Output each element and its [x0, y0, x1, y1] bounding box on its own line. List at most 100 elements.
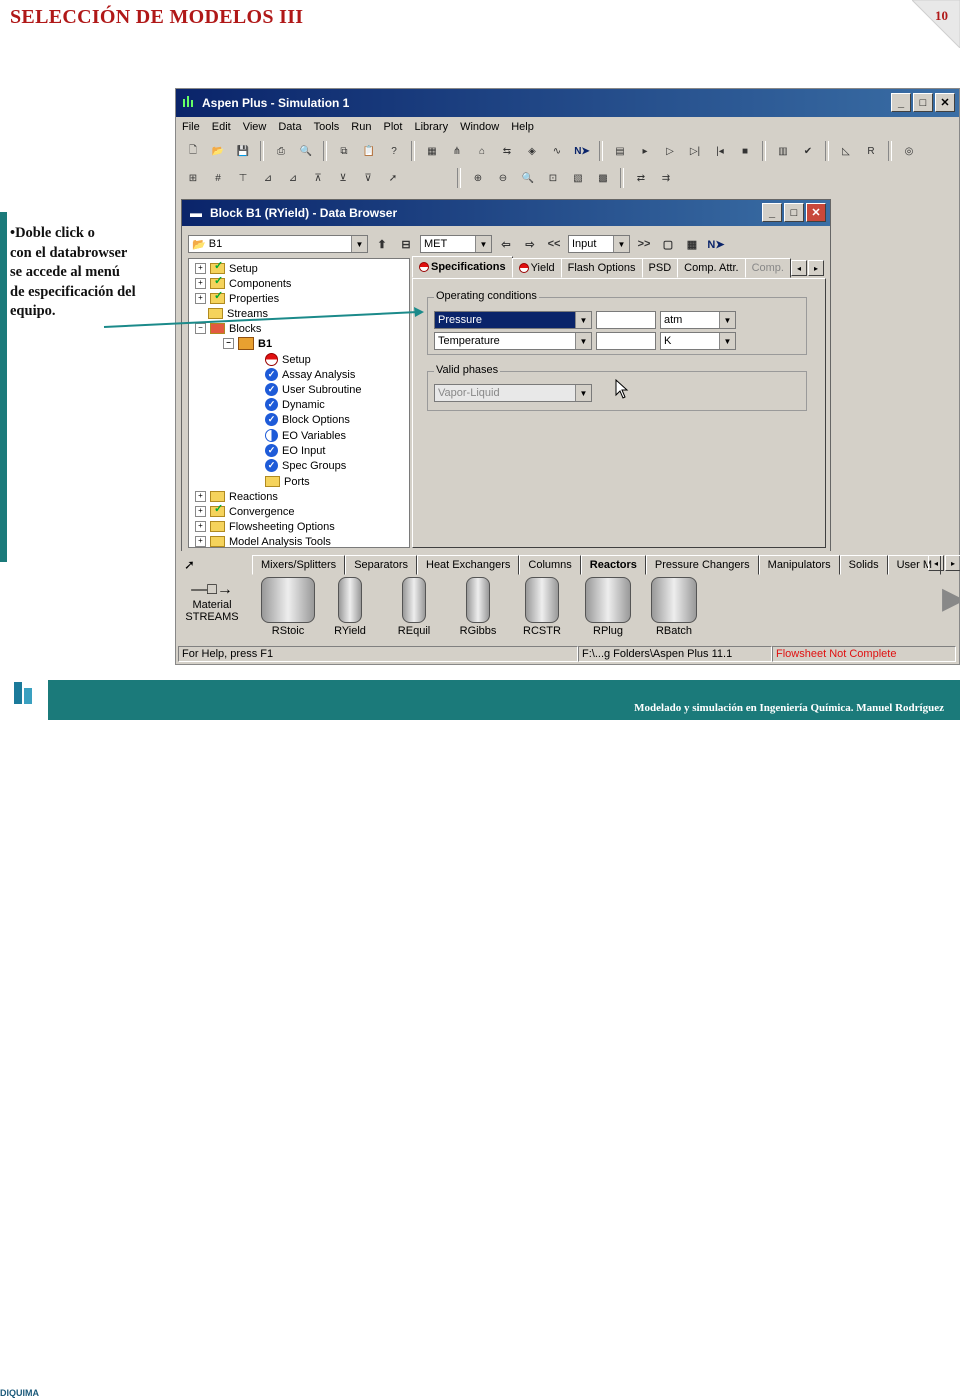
- lib-tab-solids[interactable]: Solids: [839, 555, 888, 575]
- save-icon[interactable]: 💾: [232, 140, 254, 162]
- tree-item-flowsheeting-options[interactable]: + Flowsheeting Options: [195, 519, 335, 534]
- lib-tab-pressure-changers[interactable]: Pressure Changers: [645, 555, 759, 575]
- previous-form-icon[interactable]: <<: [544, 235, 564, 253]
- close-button[interactable]: ✕: [935, 93, 955, 112]
- grid-icon[interactable]: ⊞: [182, 167, 204, 189]
- menu-view[interactable]: View: [237, 121, 273, 133]
- model-rstoic[interactable]: RStoic: [258, 577, 318, 637]
- data-browser-titlebar[interactable]: ▬ Block B1 (RYield) - Data Browser _ □ ✕: [182, 200, 830, 226]
- maximize-button[interactable]: □: [913, 93, 933, 112]
- minimize-button[interactable]: _: [891, 93, 911, 112]
- menu-tools[interactable]: Tools: [308, 121, 346, 133]
- select-mode-icon[interactable]: ➚: [382, 167, 404, 189]
- temperature-value-input[interactable]: [596, 332, 656, 350]
- model-rgibbs[interactable]: RGibbs: [448, 577, 508, 637]
- print-preview-icon[interactable]: 🔍: [295, 140, 317, 162]
- tree-item-spec-groups[interactable]: ✓ Spec Groups: [265, 458, 346, 473]
- tree-item-streams[interactable]: Streams: [208, 306, 268, 321]
- zoom-full-icon[interactable]: 🔍: [517, 167, 539, 189]
- menu-window[interactable]: Window: [454, 121, 505, 133]
- tab-specifications[interactable]: Specifications: [412, 256, 513, 278]
- tree-item-setup[interactable]: + ✓ Setup: [195, 260, 258, 276]
- tree-item-dynamic[interactable]: ✓ Dynamic: [265, 397, 325, 412]
- next-icon[interactable]: N➤: [706, 235, 726, 253]
- block-selector-combo[interactable]: 📂 B1 ▼: [188, 235, 368, 253]
- lib-tab-heat-exchangers[interactable]: Heat Exchangers: [417, 555, 520, 575]
- tree-item-properties[interactable]: + ✓ Properties: [195, 290, 279, 306]
- model-rcstr[interactable]: RCSTR: [512, 577, 572, 637]
- tree-item-convergence[interactable]: + ✓ Convergence: [195, 503, 294, 519]
- select-mode-icon[interactable]: ➚: [184, 557, 195, 573]
- tree-item-assay-analysis[interactable]: ✓ Assay Analysis: [265, 367, 355, 382]
- check-results-icon[interactable]: ✔: [797, 140, 819, 162]
- blocks-icon[interactable]: ◈: [521, 140, 543, 162]
- lib-tab-columns[interactable]: Columns: [519, 555, 581, 575]
- section-icon[interactable]: ⊿: [257, 167, 279, 189]
- lib-tab-manipulators[interactable]: Manipulators: [758, 555, 840, 575]
- section5-icon[interactable]: ⊽: [357, 167, 379, 189]
- run-icon[interactable]: ▷: [659, 140, 681, 162]
- tree-item-user-subroutine[interactable]: ✓ User Subroutine: [265, 382, 362, 397]
- model-rplug[interactable]: RPlug: [578, 577, 638, 637]
- print-icon[interactable]: ⎙: [270, 140, 292, 162]
- align-icon[interactable]: ⊤: [232, 167, 254, 189]
- menu-file[interactable]: File: [176, 121, 206, 133]
- tree-item-b1-setup[interactable]: Setup: [265, 352, 311, 367]
- zoom-out-icon[interactable]: ⊖: [492, 167, 514, 189]
- step-icon[interactable]: ▸: [634, 140, 656, 162]
- lib-tab-separators[interactable]: Separators: [345, 555, 417, 575]
- pressure-value-input[interactable]: [596, 311, 656, 329]
- lib-scroll-left-icon[interactable]: ◂: [928, 555, 944, 571]
- temperature-unit-select[interactable]: K ▼: [660, 332, 736, 350]
- context-help-icon[interactable]: ?: [383, 140, 405, 162]
- browser-close-button[interactable]: ✕: [806, 203, 826, 222]
- tree-item-model-analysis-tools[interactable]: + Model Analysis Tools: [195, 534, 331, 547]
- tree-toggle-icon[interactable]: ⊟: [396, 235, 416, 253]
- menu-library[interactable]: Library: [408, 121, 454, 133]
- setup-icon[interactable]: ▦: [421, 140, 443, 162]
- browser-minimize-button[interactable]: _: [762, 203, 782, 222]
- section2-icon[interactable]: ⊿: [282, 167, 304, 189]
- tree-item-components[interactable]: + ✓ Components: [195, 275, 291, 291]
- form-combo[interactable]: Input ▼: [568, 235, 630, 253]
- tab-psd[interactable]: PSD: [641, 258, 679, 278]
- tree-item-b1[interactable]: − B1: [223, 336, 272, 351]
- pressure-variable-select[interactable]: Pressure ▼: [434, 311, 592, 329]
- tab-flash-options[interactable]: Flash Options: [560, 258, 643, 278]
- components-icon[interactable]: ⋔: [446, 140, 468, 162]
- global-data-icon[interactable]: ⇄: [630, 167, 652, 189]
- comments-icon[interactable]: ▦: [682, 235, 702, 253]
- tree-item-ports[interactable]: Ports: [265, 474, 310, 489]
- lib-tab-mixers-splitters[interactable]: Mixers/Splitters: [252, 555, 346, 575]
- run-to-end-icon[interactable]: ▷|: [684, 140, 706, 162]
- browser-maximize-button[interactable]: □: [784, 203, 804, 222]
- tab-yield[interactable]: Yield: [511, 258, 562, 278]
- menu-help[interactable]: Help: [505, 121, 540, 133]
- plot-icon[interactable]: R: [860, 140, 882, 162]
- streams-icon[interactable]: ⇆: [496, 140, 518, 162]
- lib-tab-reactors[interactable]: Reactors: [580, 555, 646, 575]
- display-options-icon[interactable]: ▩: [592, 167, 614, 189]
- flowsheet-icon[interactable]: ∿: [546, 140, 568, 162]
- control-panel-icon[interactable]: ▤: [609, 140, 631, 162]
- next-icon[interactable]: N➤: [571, 140, 593, 162]
- library-scroll-right-icon[interactable]: ▶: [942, 581, 960, 616]
- units-combo[interactable]: MET ▼: [420, 235, 492, 253]
- menu-plot[interactable]: Plot: [377, 121, 408, 133]
- tree-item-blocks[interactable]: − Blocks: [195, 321, 261, 336]
- temperature-variable-select[interactable]: Temperature ▼: [434, 332, 592, 350]
- material-stream-tool[interactable]: —□→ Material STREAMS: [182, 581, 242, 623]
- aspen-titlebar[interactable]: Aspen Plus - Simulation 1 _ □ ✕: [176, 89, 959, 117]
- up-folder-icon[interactable]: ⬆: [372, 235, 392, 253]
- section3-icon[interactable]: ⊼: [307, 167, 329, 189]
- forward-icon[interactable]: ⇨: [520, 235, 540, 253]
- temperature-data-icon[interactable]: ⇉: [655, 167, 677, 189]
- pressure-unit-select[interactable]: atm ▼: [660, 311, 736, 329]
- lib-scroll-right-icon[interactable]: ▸: [945, 555, 960, 571]
- new-icon[interactable]: 🗋: [182, 140, 204, 162]
- model-requil[interactable]: REquil: [384, 577, 444, 637]
- tab-comp[interactable]: Comp.: [744, 258, 791, 278]
- valid-phases-select[interactable]: Vapor-Liquid ▼: [434, 384, 592, 402]
- section4-icon[interactable]: ⊻: [332, 167, 354, 189]
- status-icon[interactable]: ▢: [658, 235, 678, 253]
